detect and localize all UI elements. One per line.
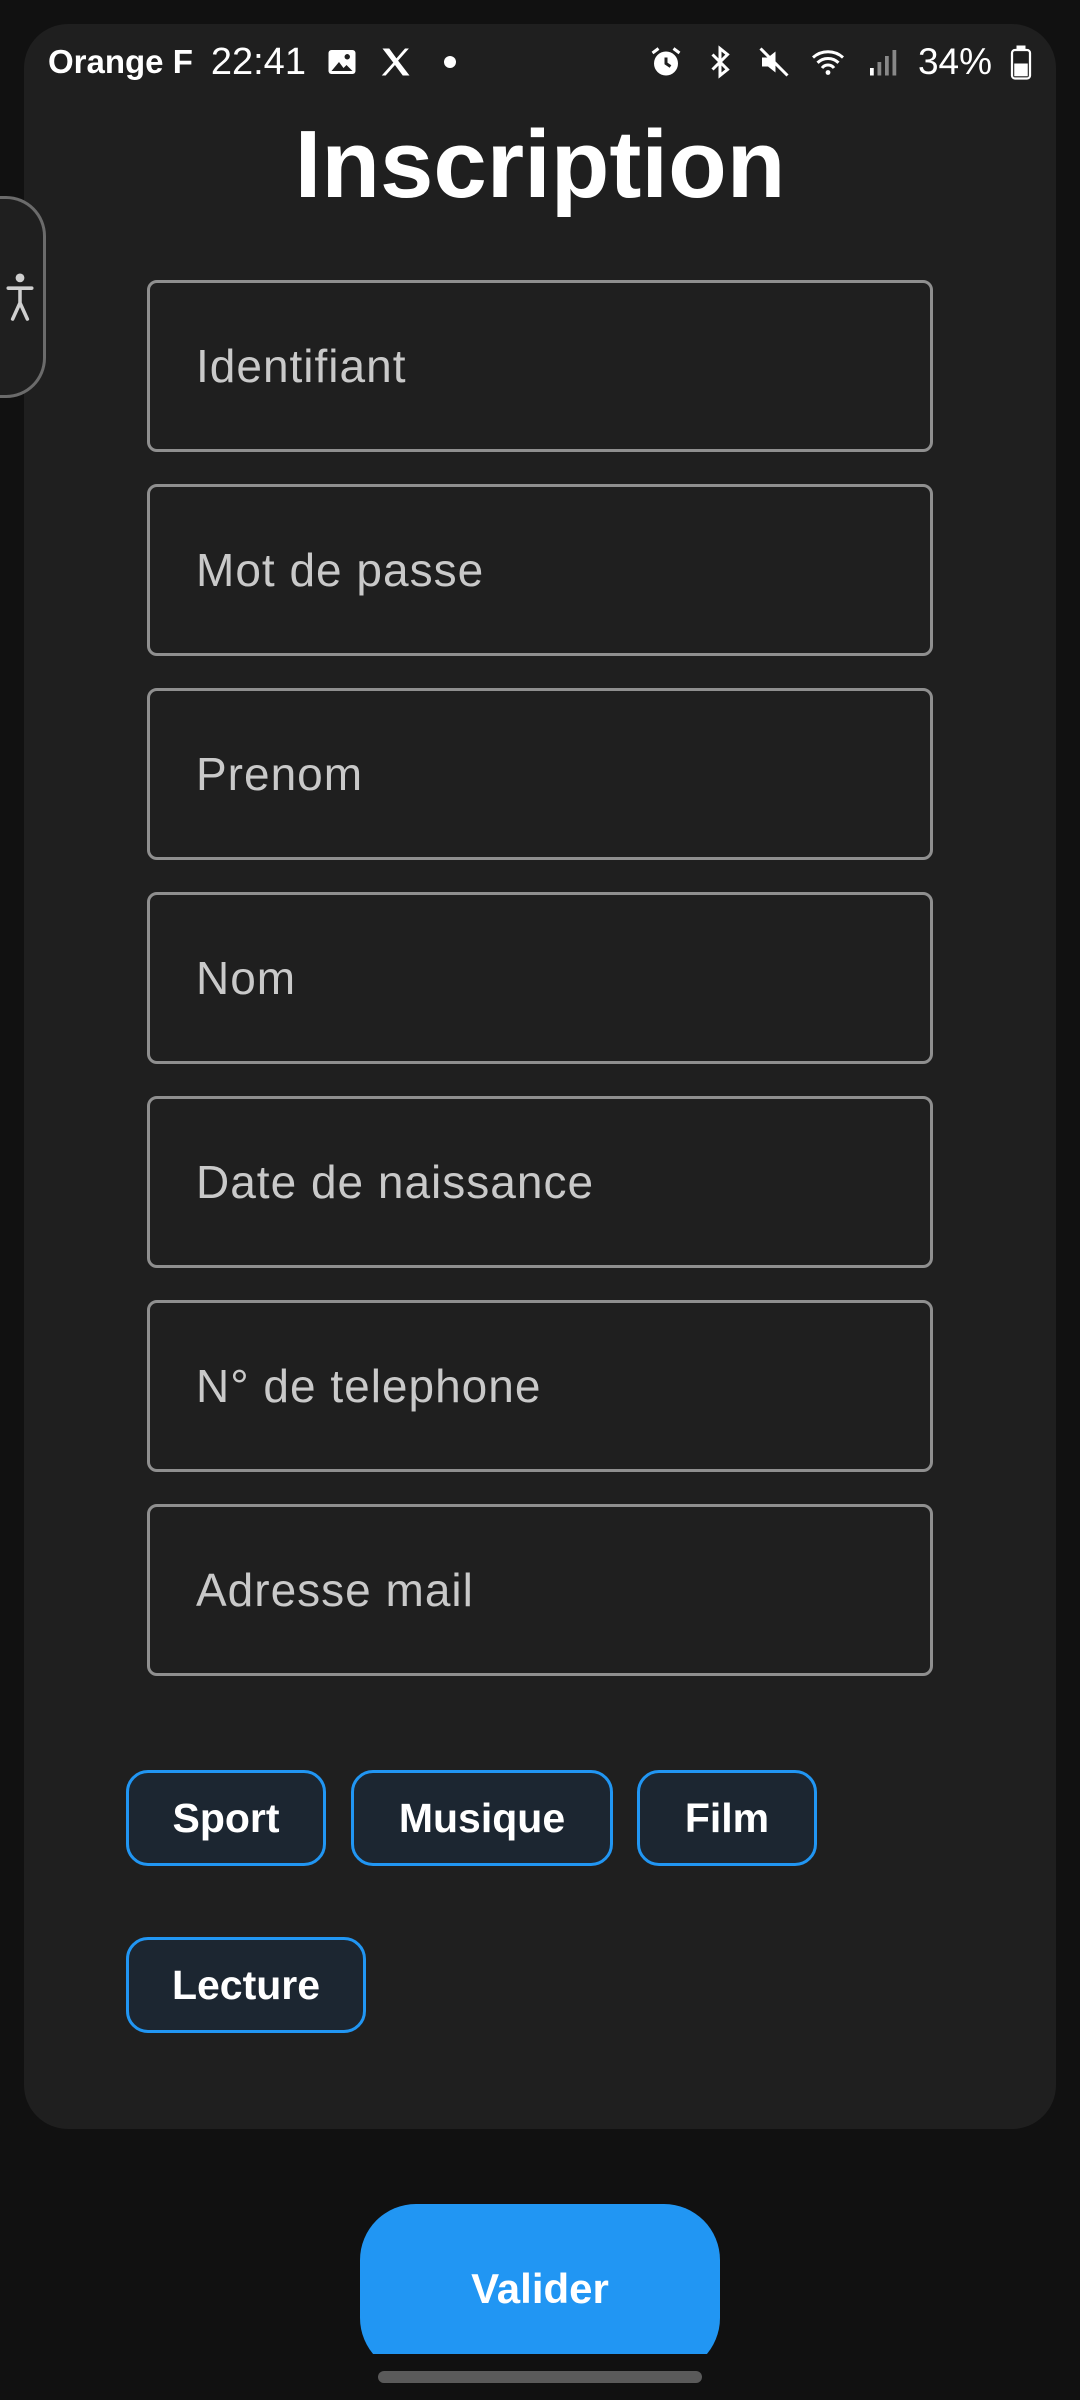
battery-percent: 34%: [917, 41, 992, 82]
username-field-box: [147, 280, 933, 452]
x-logo-icon: [378, 44, 414, 80]
password-input[interactable]: [196, 543, 930, 597]
username-input[interactable]: [196, 339, 930, 393]
wifi-icon: [810, 44, 846, 80]
bluetooth-icon: [702, 44, 738, 80]
image-icon: [324, 44, 360, 80]
phone-field-box: [147, 1300, 933, 1472]
firstname-input[interactable]: [196, 747, 930, 801]
phone-input[interactable]: [196, 1359, 930, 1413]
page-title: Inscription: [294, 111, 786, 218]
status-bar: Orange F 22:41 34%: [24, 24, 1056, 100]
chip-film[interactable]: Film: [637, 1770, 817, 1866]
email-field-box: [147, 1504, 933, 1676]
mute-icon: [756, 44, 792, 80]
status-left: Orange F 22:41: [48, 41, 468, 84]
validate-button[interactable]: Valider: [360, 2204, 720, 2374]
email-input[interactable]: [196, 1563, 930, 1617]
status-right: 34%: [648, 41, 1032, 83]
password-field-box: [147, 484, 933, 656]
chip-lecture[interactable]: Lecture: [126, 1937, 366, 2033]
lastname-field-box: [147, 892, 933, 1064]
carrier-label: Orange F: [48, 43, 193, 80]
dot-icon: [432, 44, 468, 80]
birthdate-input[interactable]: [196, 1155, 930, 1209]
alarm-icon: [648, 44, 684, 80]
screen: Orange F 22:41 34% Inscription Identifia…: [0, 0, 1080, 2400]
chip-musique[interactable]: Musique: [351, 1770, 613, 1866]
firstname-field-box: [147, 688, 933, 860]
signal-icon: [864, 44, 900, 80]
chip-sport[interactable]: Sport: [126, 1770, 326, 1866]
birthdate-field-box: [147, 1096, 933, 1268]
clock: 22:41: [210, 40, 306, 83]
lastname-input[interactable]: [196, 951, 930, 1005]
accessibility-icon: [5, 273, 34, 321]
accessibility-shortcut[interactable]: [0, 196, 46, 398]
home-indicator[interactable]: [378, 2371, 702, 2383]
battery-icon: [1010, 44, 1032, 80]
